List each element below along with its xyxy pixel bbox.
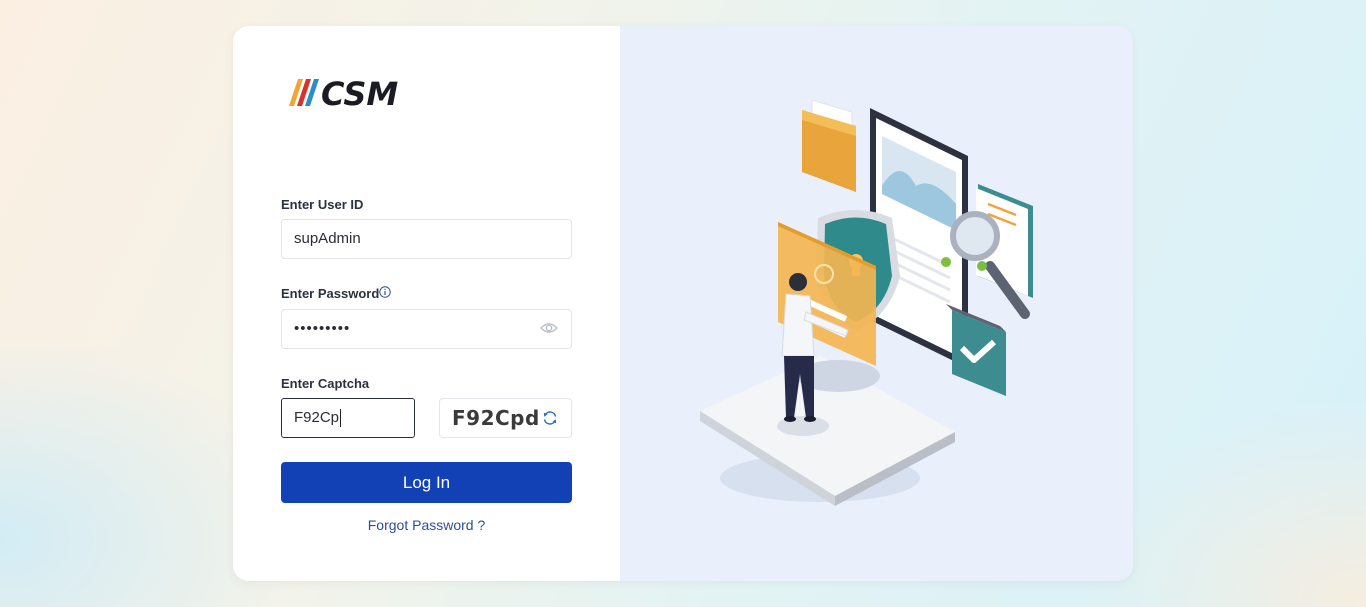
person-shirt <box>781 293 815 357</box>
forgot-password-link[interactable]: Forgot Password ? <box>281 517 572 533</box>
captcha-input[interactable]: F92Cp <box>281 398 415 438</box>
security-illustration <box>700 99 1033 506</box>
login-form-panel: CSM Enter User ID supAdmin Enter Passwor… <box>233 26 620 581</box>
csm-logo-graphic: CSM <box>289 78 398 110</box>
login-card: CSM Enter User ID supAdmin Enter Passwor… <box>233 26 1133 581</box>
node-dot-2 <box>977 261 987 271</box>
password-label: Enter Password <box>281 286 380 301</box>
magnifier-icon <box>950 211 1000 261</box>
user-id-label: Enter User ID <box>281 197 364 212</box>
logo-wordmark: CSM <box>321 78 398 110</box>
captcha-input-value: F92Cp <box>294 409 340 426</box>
info-icon[interactable] <box>379 286 391 298</box>
text-caret <box>340 409 342 428</box>
captcha-challenge-text: F92Cpd <box>452 406 540 430</box>
password-input[interactable]: ••••••••• <box>281 309 572 349</box>
login-button[interactable]: Log In <box>281 462 572 503</box>
illustration-panel <box>620 26 1133 581</box>
node-dot-1 <box>941 257 951 267</box>
user-id-input[interactable]: supAdmin <box>281 219 572 259</box>
captcha-label: Enter Captcha <box>281 376 370 391</box>
csm-logo: CSM <box>288 78 428 110</box>
person-head <box>789 273 807 291</box>
eye-icon[interactable] <box>540 321 558 335</box>
refresh-icon[interactable] <box>542 410 558 426</box>
captcha-challenge-box: F92Cpd <box>439 398 572 438</box>
